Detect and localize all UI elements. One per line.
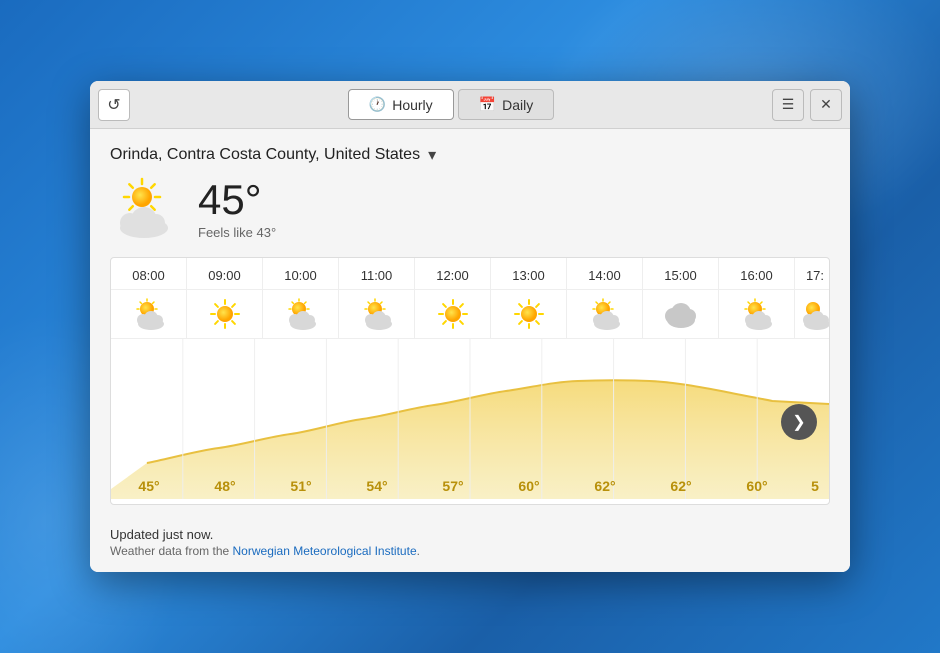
temp-block: 45° Feels like 43° (198, 179, 276, 240)
refresh-button[interactable]: ↺ (98, 89, 130, 121)
tab-bar: 🕐 Hourly 📅 Daily (130, 89, 772, 120)
attribution-prefix: Weather data from the (110, 544, 233, 558)
icons-row (111, 290, 829, 339)
temp-4: 57° (415, 470, 491, 504)
title-bar: ↺ 🕐 Hourly 📅 Daily ☰ ✕ (90, 81, 850, 129)
current-weather: 45° Feels like 43° (110, 173, 830, 245)
clock-icon: 🕐 (369, 96, 386, 113)
temp-0: 45° (111, 470, 187, 504)
icon-col-0 (111, 290, 187, 338)
col-time-0: 08:00 (111, 258, 187, 289)
updated-text: Updated just now. (110, 527, 830, 542)
footer: Updated just now. Weather data from the … (90, 517, 850, 572)
tab-daily-label: Daily (502, 97, 533, 113)
tab-daily[interactable]: 📅 Daily (458, 89, 555, 120)
attribution: Weather data from the Norwegian Meteorol… (110, 544, 830, 558)
col-time-8: 16:00 (719, 258, 795, 289)
hourly-chart: 08:00 09:00 10:00 11:00 12:00 13:00 14:0… (110, 257, 830, 505)
icon-col-5 (491, 290, 567, 338)
temp-9: 5 (795, 470, 829, 504)
current-temperature: 45° (198, 179, 276, 221)
chart-section: ❯ 45° 48° 51° 54° 57° 60° 62° 62° 60° 5 (111, 339, 829, 504)
icon-col-7 (643, 290, 719, 338)
icon-col-4 (415, 290, 491, 338)
icon-col-6 (567, 290, 643, 338)
icon-col-9 (795, 290, 829, 338)
temp-7: 62° (643, 470, 719, 504)
close-button[interactable]: ✕ (810, 89, 842, 121)
icon-col-3 (339, 290, 415, 338)
temp-8: 60° (719, 470, 795, 504)
icon-col-8 (719, 290, 795, 338)
col-time-6: 14:00 (567, 258, 643, 289)
icon-col-1 (187, 290, 263, 338)
tab-hourly[interactable]: 🕐 Hourly (348, 89, 454, 120)
col-time-7: 15:00 (643, 258, 719, 289)
main-content: Orinda, Contra Costa County, United Stat… (90, 129, 850, 517)
icon-col-2 (263, 290, 339, 338)
col-time-5: 13:00 (491, 258, 567, 289)
temp-3: 54° (339, 470, 415, 504)
temps-row: 45° 48° 51° 54° 57° 60° 62° 62° 60° 5 (111, 470, 829, 504)
location-name: Orinda, Contra Costa County, United Stat… (110, 146, 420, 164)
col-time-4: 12:00 (415, 258, 491, 289)
temp-6: 62° (567, 470, 643, 504)
feels-like: Feels like 43° (198, 225, 276, 240)
times-row: 08:00 09:00 10:00 11:00 12:00 13:00 14:0… (111, 258, 829, 290)
attribution-link[interactable]: Norwegian Meteorological Institute (233, 544, 417, 558)
temp-5: 60° (491, 470, 567, 504)
location-row: Orinda, Contra Costa County, United Stat… (110, 145, 830, 165)
col-time-2: 10:00 (263, 258, 339, 289)
temp-2: 51° (263, 470, 339, 504)
current-weather-icon (110, 173, 182, 245)
tab-hourly-label: Hourly (392, 97, 432, 113)
col-time-1: 09:00 (187, 258, 263, 289)
window-controls: ☰ ✕ (772, 89, 842, 121)
temp-1: 48° (187, 470, 263, 504)
weather-window: ↺ 🕐 Hourly 📅 Daily ☰ ✕ Orinda, Contra Co… (90, 81, 850, 572)
calendar-icon: 📅 (479, 96, 496, 113)
col-time-9: 17: (795, 258, 829, 289)
next-hours-button[interactable]: ❯ (781, 404, 817, 440)
col-time-3: 11:00 (339, 258, 415, 289)
location-dropdown-arrow[interactable]: ▾ (428, 145, 436, 165)
menu-button[interactable]: ☰ (772, 89, 804, 121)
